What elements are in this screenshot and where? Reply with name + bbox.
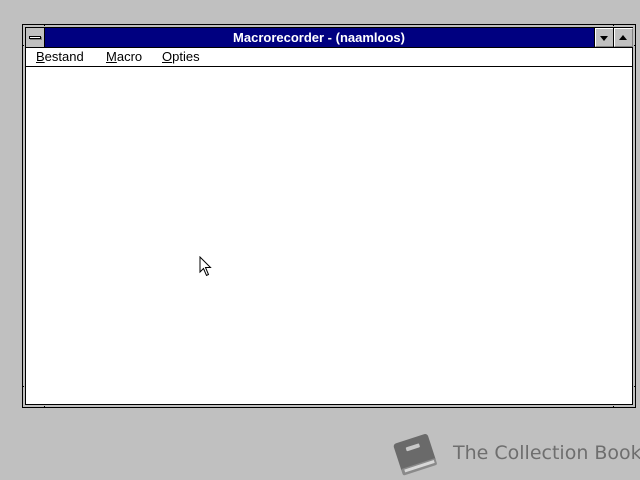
frame-notch — [22, 386, 24, 387]
window-title: Macrorecorder - (naamloos) — [233, 30, 405, 45]
menu-bestand-accelerator: B — [36, 49, 45, 64]
watermark: The Collection Book — [388, 430, 640, 478]
menu-bestand-label: estand — [44, 49, 84, 64]
system-menu-icon — [29, 36, 41, 39]
minimize-button-face — [595, 28, 614, 47]
frame-notch — [634, 45, 636, 46]
frame-notch — [44, 24, 45, 26]
maximize-button-face — [614, 28, 633, 47]
watermark-text: The Collection Book — [453, 442, 640, 464]
desktop: Macrorecorder - (naamloos) Bestand Macro… — [0, 0, 640, 480]
frame-notch — [44, 406, 45, 408]
menu-bestand[interactable]: Bestand — [34, 48, 86, 66]
maximize-button[interactable] — [613, 28, 633, 47]
maximize-arrow-icon — [619, 35, 627, 40]
window-body: Macrorecorder - (naamloos) Bestand Macro… — [25, 27, 633, 405]
book-icon — [393, 434, 437, 476]
menu-bar: Bestand Macro Opties — [26, 48, 632, 67]
minimize-button[interactable] — [594, 28, 614, 47]
menu-macro-accelerator: M — [106, 49, 117, 64]
menu-opties[interactable]: Opties — [160, 48, 202, 66]
menu-opties-label: pties — [172, 49, 200, 64]
minimize-arrow-icon — [600, 36, 608, 41]
frame-notch — [613, 24, 614, 26]
title-bar[interactable]: Macrorecorder - (naamloos) — [26, 28, 633, 48]
system-menu-button[interactable] — [26, 28, 45, 47]
menu-opties-accelerator: O — [162, 49, 173, 64]
frame-notch — [634, 386, 636, 387]
menu-macro-label: acro — [116, 49, 143, 64]
frame-notch — [22, 45, 24, 46]
macrorecorder-window: Macrorecorder - (naamloos) Bestand Macro… — [22, 24, 636, 408]
frame-notch — [613, 406, 614, 408]
mouse-pointer-icon — [199, 256, 212, 277]
client-area[interactable] — [26, 67, 632, 404]
menu-macro[interactable]: Macro — [104, 48, 144, 66]
